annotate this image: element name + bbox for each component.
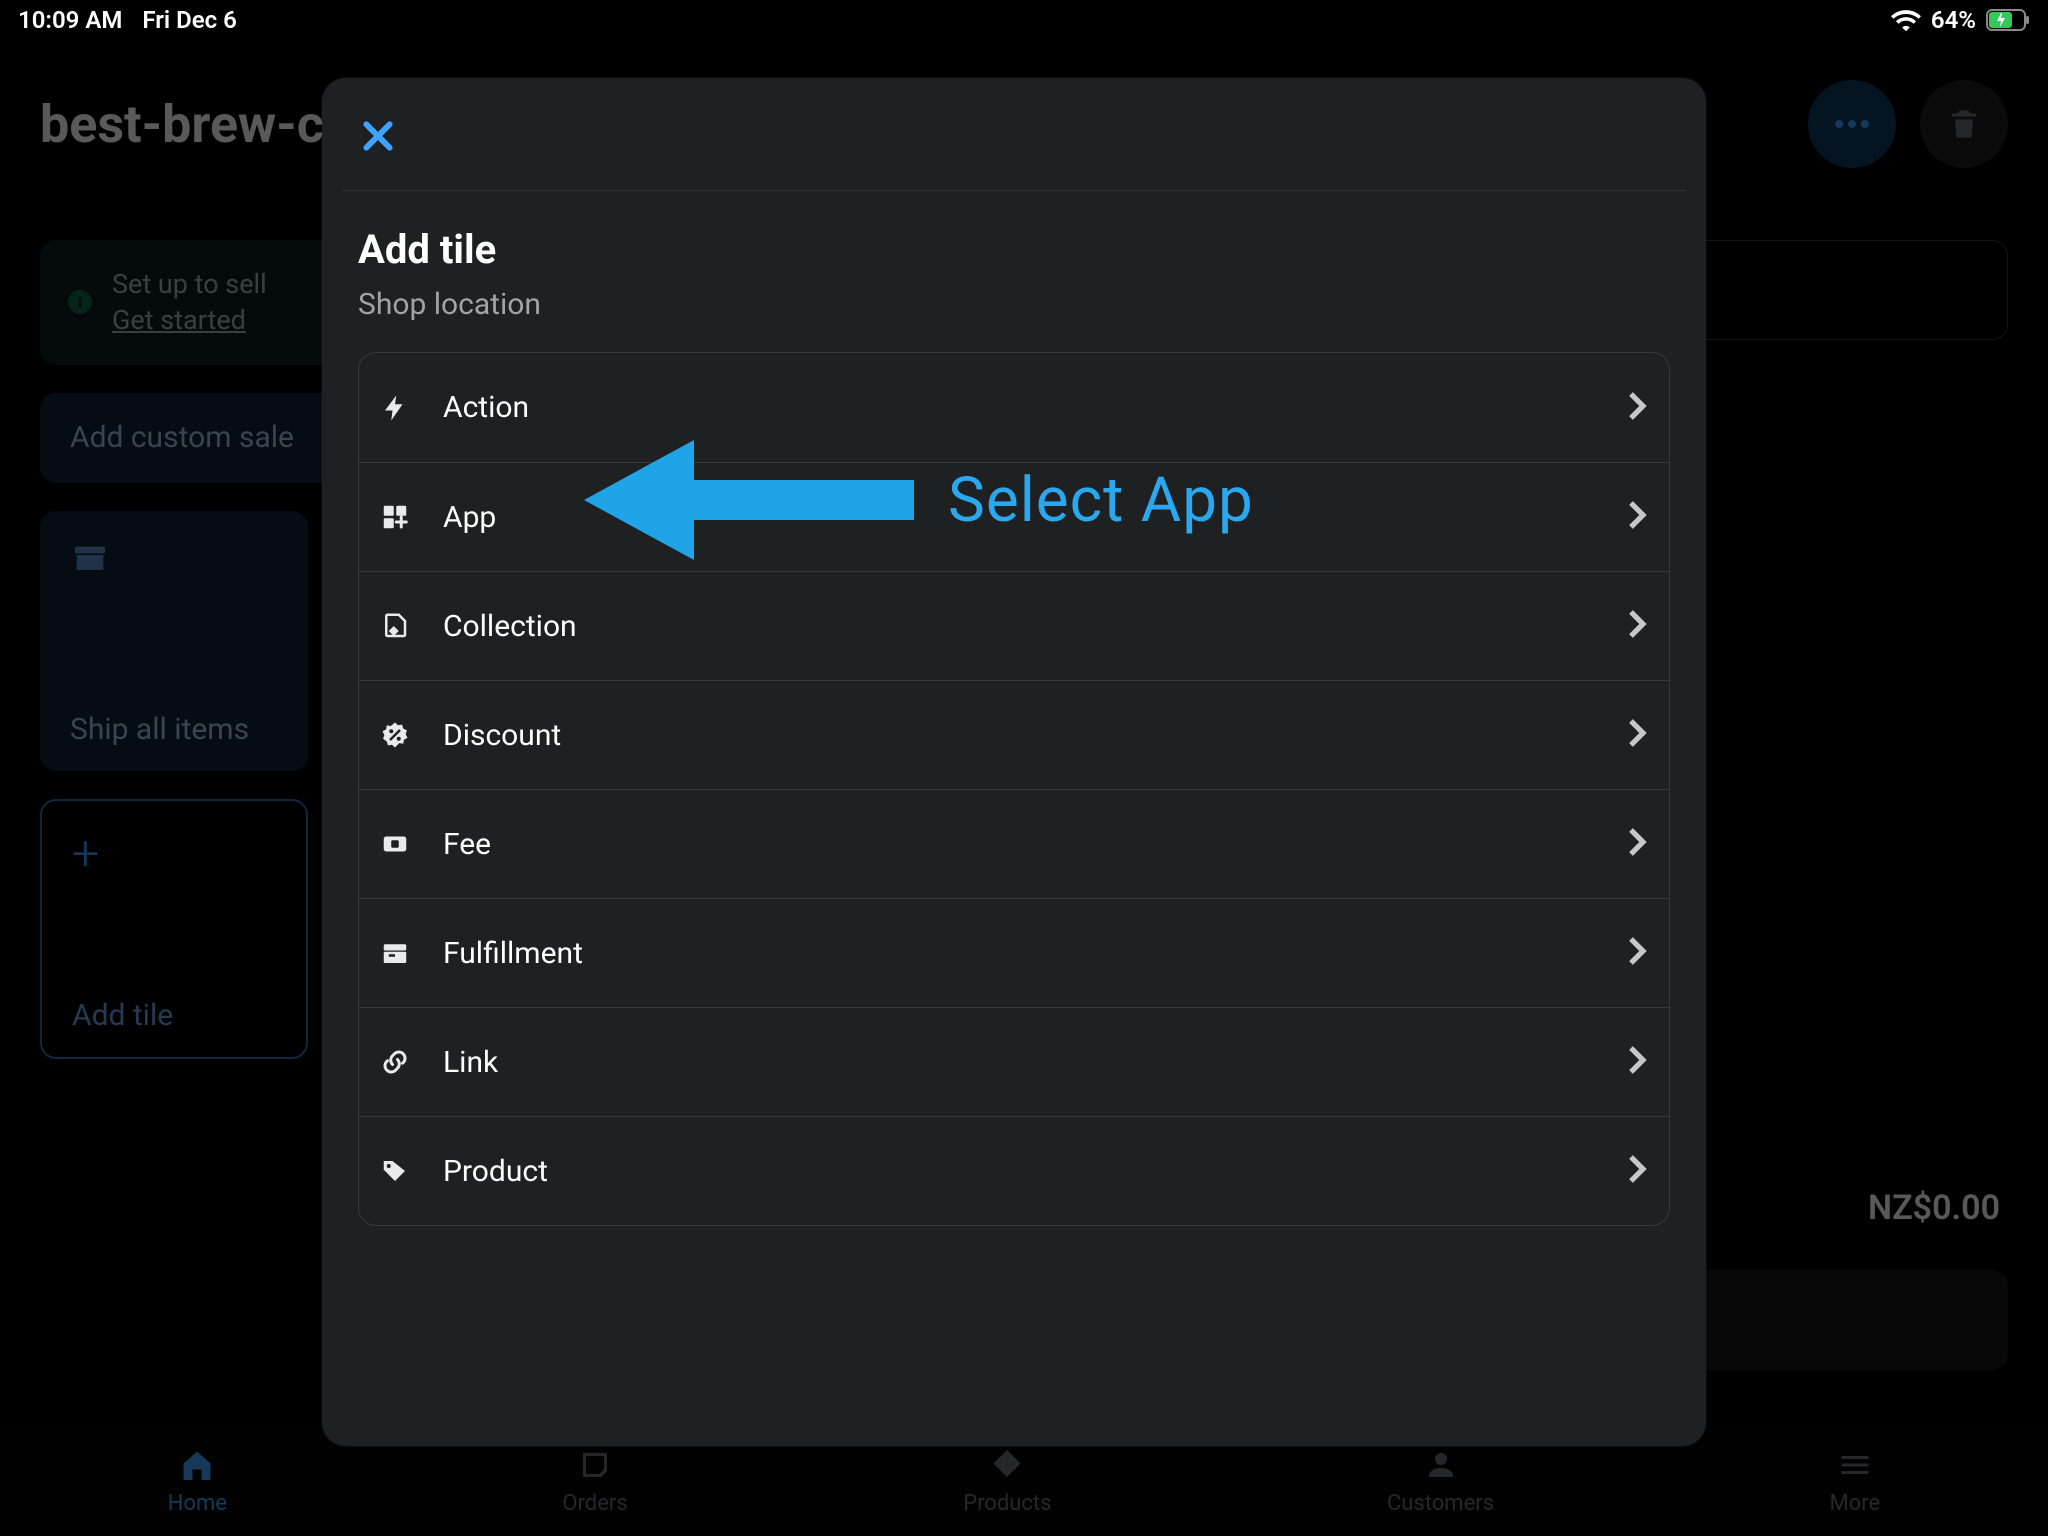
tab-customers[interactable]: Customers: [1387, 1447, 1494, 1516]
home-icon: [179, 1447, 215, 1483]
menu-icon: [1837, 1447, 1873, 1483]
tile-label: Ship all items: [70, 712, 278, 747]
close-icon: [358, 116, 398, 156]
close-button[interactable]: [358, 116, 398, 160]
tab-home[interactable]: Home: [168, 1447, 227, 1516]
box-icon: [70, 535, 278, 583]
tab-orders[interactable]: Orders: [562, 1447, 627, 1516]
tab-label: Orders: [562, 1491, 627, 1516]
cart-total: NZ$0.00: [1868, 1188, 2000, 1228]
link-icon: [373, 1047, 417, 1077]
row-label: Product: [443, 1154, 1601, 1189]
inbox-icon: [577, 1447, 613, 1483]
tag-icon: [989, 1447, 1025, 1483]
chevron-right-icon: [1627, 1045, 1647, 1079]
status-bar: 10:09 AM Fri Dec 6 64%: [0, 0, 2048, 40]
battery-percent: 64%: [1931, 6, 1976, 34]
row-action[interactable]: Action: [359, 353, 1669, 462]
discount-icon: [373, 720, 417, 750]
row-link[interactable]: Link: [359, 1007, 1669, 1116]
chevron-right-icon: [1627, 500, 1647, 534]
row-discount[interactable]: Discount: [359, 680, 1669, 789]
tile-add-tile[interactable]: + Add tile: [40, 799, 308, 1059]
status-time: 10:09 AM: [18, 6, 122, 34]
bolt-icon: [373, 393, 417, 423]
add-tile-modal: Add tile Shop location Action App Collec…: [322, 78, 1706, 1446]
tab-label: Customers: [1387, 1491, 1494, 1516]
chevron-right-icon: [1627, 827, 1647, 861]
status-date: Fri Dec 6: [142, 6, 236, 34]
banner-line1: Set up to sell: [112, 268, 267, 300]
modal-title: Add tile: [358, 226, 541, 273]
tile-type-list: Action App Collection Discount Fee Fulfi…: [358, 352, 1670, 1226]
product-icon: [373, 1156, 417, 1186]
row-label: Fee: [443, 827, 1601, 862]
tab-more[interactable]: More: [1830, 1447, 1881, 1516]
ellipsis-icon: [1830, 102, 1874, 146]
apps-icon: [373, 502, 417, 532]
more-button[interactable]: [1808, 80, 1896, 168]
plus-icon: +: [72, 825, 276, 882]
tile-ship-all-items[interactable]: Ship all items: [40, 511, 308, 771]
tab-label: Products: [963, 1491, 1051, 1516]
modal-subtitle: Shop location: [358, 287, 541, 322]
tab-label: More: [1830, 1491, 1881, 1516]
chevron-right-icon: [1627, 718, 1647, 752]
person-icon: [1423, 1447, 1459, 1483]
row-app[interactable]: App: [359, 462, 1669, 571]
chevron-right-icon: [1627, 1154, 1647, 1188]
battery-icon: [1986, 9, 2030, 31]
wifi-icon: [1891, 8, 1921, 32]
row-label: App: [443, 500, 1601, 535]
trash-icon: [1946, 106, 1982, 142]
collection-icon: [373, 611, 417, 641]
row-label: Link: [443, 1045, 1601, 1080]
banner-link[interactable]: Get started: [112, 304, 246, 336]
row-label: Action: [443, 390, 1601, 425]
tab-products[interactable]: Products: [963, 1447, 1051, 1516]
row-fulfillment[interactable]: Fulfillment: [359, 898, 1669, 1007]
row-product[interactable]: Product: [359, 1116, 1669, 1225]
divider: [342, 190, 1686, 191]
page-title: best-brew-c: [40, 94, 324, 155]
fee-icon: [373, 829, 417, 859]
chevron-right-icon: [1627, 391, 1647, 425]
row-label: Collection: [443, 609, 1601, 644]
fulfillment-icon: [373, 938, 417, 968]
row-label: Fulfillment: [443, 936, 1601, 971]
row-label: Discount: [443, 718, 1601, 753]
info-icon: i: [68, 290, 92, 314]
chevron-right-icon: [1627, 936, 1647, 970]
tile-label: Add tile: [72, 998, 276, 1033]
row-collection[interactable]: Collection: [359, 571, 1669, 680]
tab-label: Home: [168, 1491, 227, 1516]
chevron-right-icon: [1627, 609, 1647, 643]
delete-button[interactable]: [1920, 80, 2008, 168]
row-fee[interactable]: Fee: [359, 789, 1669, 898]
